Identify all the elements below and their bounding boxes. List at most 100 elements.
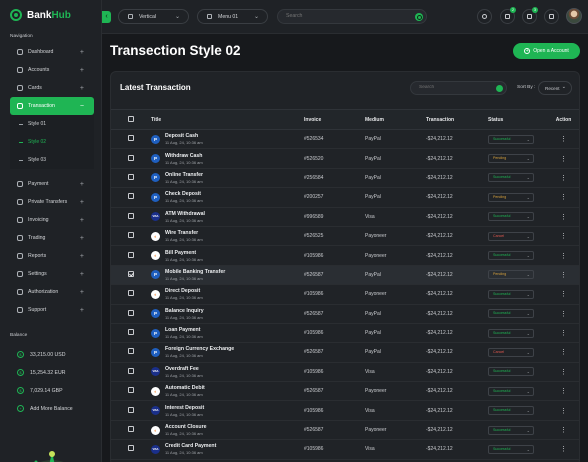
row-checkbox[interactable] [128, 348, 134, 355]
open-account-button[interactable]: + Open a Account [513, 43, 580, 59]
status-select[interactable]: Successful ⌄ [488, 406, 534, 416]
status-select[interactable]: Successful ⌄ [488, 134, 534, 144]
plus-icon[interactable]: + [80, 307, 84, 314]
row-action-menu-icon[interactable]: ⋮ [546, 381, 579, 402]
row-action-menu-icon[interactable]: ⋮ [546, 400, 579, 421]
col-title[interactable]: Title [151, 109, 304, 130]
row-checkbox[interactable] [128, 135, 134, 142]
sidebar-item-dashboard[interactable]: Dashboard + [10, 43, 94, 61]
table-row[interactable]: VISA ATM Withdrawal 11 Aug, 24, 10:36 am #9… [111, 207, 579, 227]
search-icon[interactable] [415, 13, 423, 21]
table-row[interactable]: P Balance Inquiry 11 Aug, 24, 10:36 am #526… [111, 304, 579, 324]
user-avatar[interactable] [566, 8, 582, 24]
row-checkbox[interactable] [128, 387, 134, 394]
sidebar-item-transaction[interactable]: Transaction − [10, 97, 94, 115]
row-checkbox[interactable] [128, 232, 134, 239]
plus-icon[interactable]: + [80, 181, 84, 188]
status-select[interactable]: Pending ⌄ [488, 154, 534, 164]
table-row[interactable]: P Deposit Cash 11 Aug, 24, 10:36 am #526534… [111, 129, 579, 150]
row-action-menu-icon[interactable]: ⋮ [546, 362, 579, 383]
sort-select[interactable]: Recent ⌄ [538, 81, 572, 95]
row-checkbox[interactable] [128, 406, 134, 413]
status-select[interactable]: Cancel ⌄ [488, 347, 534, 357]
table-row[interactable]: ◐ Account Closure 11 Aug, 24, 10:36 am #526… [111, 420, 579, 441]
notifications-button[interactable]: 2 [500, 7, 516, 24]
status-select[interactable]: Cancel ⌄ [488, 231, 534, 241]
status-select[interactable]: Successful ⌄ [488, 386, 534, 396]
row-action-menu-icon[interactable]: ⋮ [546, 323, 579, 344]
status-select[interactable]: Successful ⌄ [488, 367, 534, 377]
sidebar-collapse-button[interactable]: ‹ [102, 11, 111, 23]
sidebar-item-private-transfers[interactable]: Private Transfers + [10, 193, 94, 211]
row-action-menu-icon[interactable]: ⋮ [546, 148, 579, 169]
sidebar-item-invoicing[interactable]: Invoicing + [10, 211, 94, 229]
row-action-menu-icon[interactable]: ⋮ [546, 420, 579, 441]
row-action-menu-icon[interactable]: ⋮ [546, 304, 579, 324]
table-search-input[interactable] [419, 85, 489, 90]
row-action-menu-icon[interactable]: ⋮ [546, 265, 579, 286]
status-select[interactable]: Successful ⌄ [488, 289, 534, 299]
table-row[interactable]: VISA Overdraft Fee 11 Aug, 24, 10:36 am #10… [111, 362, 579, 383]
sidebar-item-authorization[interactable]: Authorization + [10, 283, 94, 301]
row-checkbox[interactable] [128, 426, 134, 433]
table-row[interactable]: P Loan Payment 11 Aug, 24, 10:36 am #105986… [111, 323, 579, 344]
row-action-menu-icon[interactable]: ⋮ [546, 245, 579, 266]
table-row[interactable]: VISA Interest Deposit 11 Aug, 24, 10:36 am… [111, 400, 579, 421]
table-row[interactable]: P Online Transfer 11 Aug, 24, 10:36 am #256… [111, 168, 579, 189]
col-action[interactable]: Action [546, 109, 579, 130]
plus-icon[interactable]: + [80, 217, 84, 224]
col-transaction[interactable]: Transaction [426, 109, 488, 130]
table-row[interactable]: P Mobile Banking Transfer 11 Aug, 24, 10:3… [111, 265, 579, 286]
status-select[interactable]: Successful ⌄ [488, 444, 534, 454]
row-action-menu-icon[interactable]: ⋮ [546, 168, 579, 189]
row-checkbox[interactable] [128, 329, 134, 336]
sidebar-item-accounts[interactable]: Accounts + [10, 61, 94, 79]
row-action-menu-icon[interactable]: ⋮ [546, 207, 579, 227]
sidebar-item-support[interactable]: Support + [10, 301, 94, 319]
row-checkbox[interactable] [128, 270, 134, 277]
plus-icon[interactable]: + [80, 67, 84, 74]
row-action-menu-icon[interactable]: ⋮ [546, 284, 579, 305]
row-action-menu-icon[interactable]: ⋮ [546, 226, 579, 247]
status-select[interactable]: Successful ⌄ [488, 251, 534, 261]
row-checkbox[interactable] [128, 290, 134, 297]
sidebar-item-trading[interactable]: Trading + [10, 229, 94, 247]
row-checkbox[interactable] [128, 212, 134, 219]
add-balance-button[interactable]: + Add More Balance [17, 405, 73, 412]
status-select[interactable]: Successful ⌄ [488, 212, 534, 222]
messages-button[interactable]: 3 [522, 7, 538, 24]
plus-icon[interactable]: + [80, 235, 84, 242]
minus-icon[interactable]: − [80, 103, 84, 110]
col-invoice[interactable]: Invoice [304, 109, 365, 130]
search-icon[interactable] [496, 85, 503, 92]
plus-icon[interactable]: + [80, 289, 84, 296]
col-medium[interactable]: Medium [365, 109, 426, 130]
menu-select[interactable]: Menu 01 ⌄ [197, 9, 268, 24]
row-action-menu-icon[interactable]: ⋮ [546, 439, 579, 460]
status-select[interactable]: Successful ⌄ [488, 328, 534, 338]
theme-toggle-button[interactable] [477, 9, 492, 24]
row-action-menu-icon[interactable]: ⋮ [546, 187, 579, 208]
sidebar-item-payment[interactable]: Payment + [10, 175, 94, 193]
table-row[interactable]: VISA Credit Card Payment 11 Aug, 24, 10:36… [111, 439, 579, 460]
status-select[interactable]: Successful ⌄ [488, 309, 534, 319]
row-checkbox[interactable] [128, 445, 134, 452]
table-row[interactable]: P Check Deposit 11 Aug, 24, 10:36 am #20025… [111, 187, 579, 208]
plus-icon[interactable]: + [80, 271, 84, 278]
plus-icon[interactable]: + [80, 49, 84, 56]
row-action-menu-icon[interactable]: ⋮ [546, 129, 579, 150]
col-status[interactable]: Status [488, 109, 546, 130]
row-checkbox[interactable] [128, 154, 134, 161]
table-row[interactable]: P Foreign Currency Exchange 11 Aug, 24, 10… [111, 342, 579, 363]
status-select[interactable]: Pending ⌄ [488, 270, 534, 280]
status-select[interactable]: Successful ⌄ [488, 425, 534, 435]
status-select[interactable]: Successful ⌄ [488, 173, 534, 183]
table-row[interactable]: P Withdraw Cash 11 Aug, 24, 10:36 am #52652… [111, 148, 579, 169]
row-checkbox[interactable] [128, 193, 134, 200]
layout-select[interactable]: Vertical ⌄ [118, 9, 189, 24]
sidebar-item-reports[interactable]: Reports + [10, 247, 94, 265]
row-checkbox[interactable] [128, 251, 134, 258]
brand[interactable]: BankHub [10, 9, 71, 21]
table-row[interactable]: ◐ Automatic Debit 11 Aug, 24, 10:36 am #526… [111, 381, 579, 402]
submenu-item-style-01[interactable]: Style 01 [10, 115, 94, 133]
